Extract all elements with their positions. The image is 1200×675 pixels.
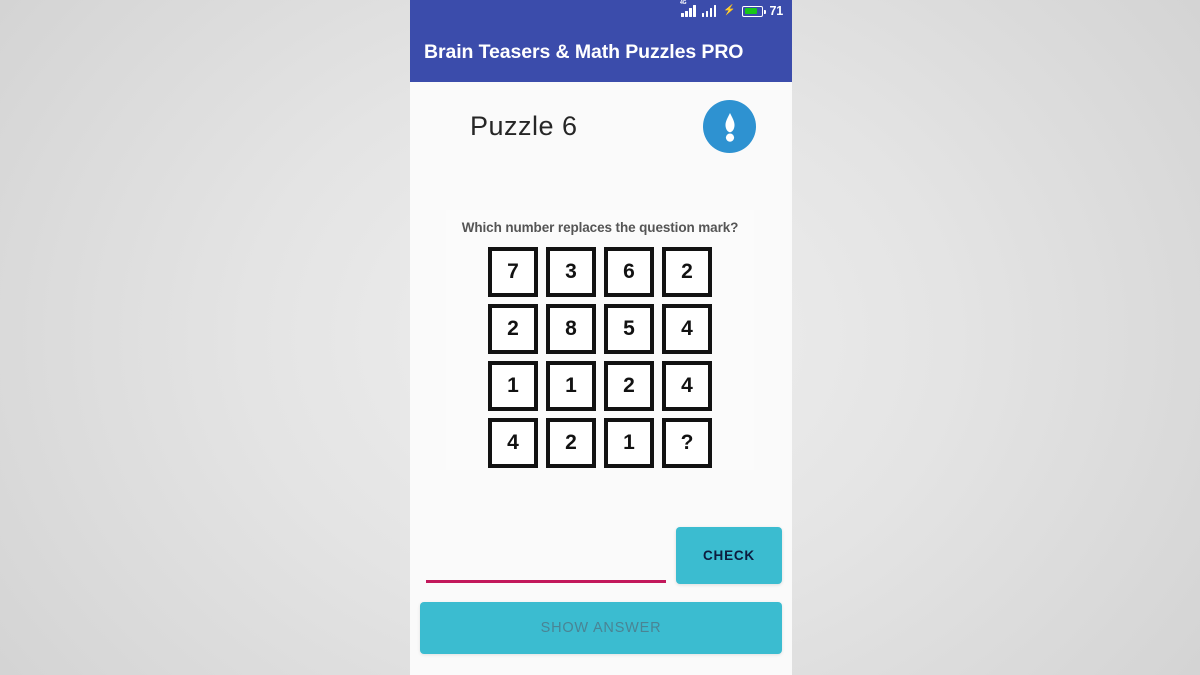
check-button[interactable]: CHECK: [676, 527, 782, 584]
charging-bolt-icon: ⚡: [723, 5, 736, 16]
grid-cell-r1-c3: 6: [604, 247, 654, 297]
grid-cell-r4-c1: 4: [488, 418, 538, 468]
grid-cell-r3-c1: 1: [488, 361, 538, 411]
grid-cell-r1-c4: 2: [662, 247, 712, 297]
grid-cell-r4-c4: ?: [662, 418, 712, 468]
puzzle-question-text: Which number replaces the question mark?: [461, 220, 739, 235]
status-bar: 4G ⚡ 71: [410, 0, 792, 22]
signal-bars-icon: 4G: [680, 1, 696, 17]
puzzle-image-card: Which number replaces the question mark?…: [446, 210, 754, 470]
battery-icon: [742, 5, 766, 17]
app-title: Brain Teasers & Math Puzzles PRO: [424, 40, 744, 63]
grid-cell-r1-c1: 7: [488, 247, 538, 297]
network-type-label: 4G: [680, 0, 687, 6]
grid-cell-r4-c2: 2: [546, 418, 596, 468]
grid-cell-r3-c4: 4: [662, 361, 712, 411]
grid-cell-r3-c3: 2: [604, 361, 654, 411]
grid-cell-r2-c4: 4: [662, 304, 712, 354]
grid-cell-r3-c2: 1: [546, 361, 596, 411]
grid-cell-r4-c3: 1: [604, 418, 654, 468]
page-title: Puzzle 6: [470, 111, 578, 141]
puzzle-header: Puzzle 6: [410, 82, 792, 153]
grid-cell-r1-c2: 3: [546, 247, 596, 297]
content-area: Puzzle 6 Which number replaces the quest…: [410, 82, 792, 675]
phone-screen: 4G ⚡ 71 Brain Teasers & Math Puzzles PRO…: [410, 0, 792, 675]
signal-bars-icon-secondary: [701, 5, 717, 17]
puzzle-number-grid: 7 3 6 2 2 8 5 4 1 1 2 4 4 2 1?: [488, 247, 712, 468]
answer-input[interactable]: [426, 539, 666, 583]
show-answer-button[interactable]: SHOW ANSWER: [420, 602, 782, 654]
exclamation-hint-icon[interactable]: [703, 100, 756, 153]
answer-row: CHECK: [410, 527, 792, 584]
grid-cell-r2-c1: 2: [488, 304, 538, 354]
grid-cell-r2-c2: 8: [546, 304, 596, 354]
app-bar: Brain Teasers & Math Puzzles PRO: [410, 22, 792, 82]
grid-cell-r2-c3: 5: [604, 304, 654, 354]
battery-percent-label: 71: [769, 3, 783, 18]
